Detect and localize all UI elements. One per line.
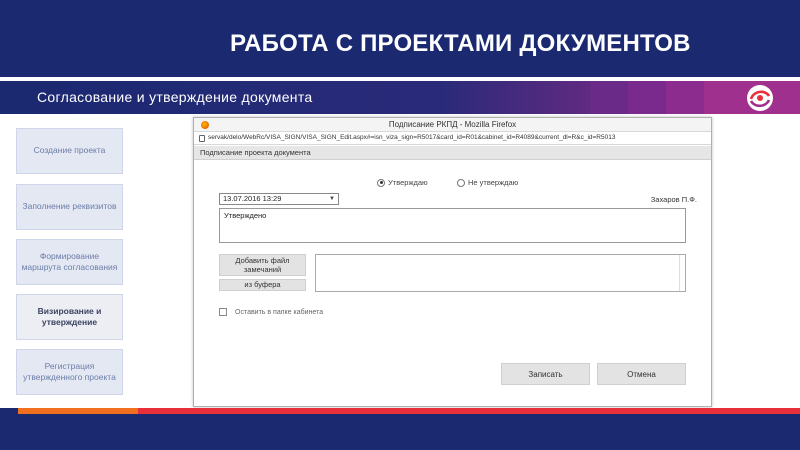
slide-title: РАБОТА С ПРОЕКТАМИ ДОКУМЕНТОВ	[230, 30, 691, 57]
radio-reject[interactable]: Не утверждаю	[457, 178, 518, 187]
keep-in-folder-checkbox[interactable]	[219, 308, 227, 316]
step-fill-details: Заполнение реквизитов	[16, 184, 123, 230]
from-clipboard-button[interactable]: из буфера	[219, 279, 306, 291]
lock-icon	[199, 135, 205, 142]
date-select[interactable]: 13.07.2016 13:29 ▼	[219, 193, 339, 205]
remarks-textarea[interactable]	[315, 254, 686, 292]
keep-in-folder-label: Оставить в папке кабинета	[235, 308, 324, 316]
radio-approve-dot[interactable]	[377, 178, 385, 187]
comment-textarea[interactable]: Утверждено	[219, 208, 686, 243]
cancel-button[interactable]: Отмена	[597, 363, 686, 385]
window-title: Подписание РКПД - Mozilla Firefox	[388, 120, 517, 129]
sub-banner-block	[666, 81, 704, 114]
step-register-project: Регистрация утвержденного проекта	[16, 349, 123, 395]
date-select-value: 13.07.2016 13:29	[223, 194, 282, 203]
logo-icon	[747, 85, 773, 111]
radio-reject-dot[interactable]	[457, 178, 465, 187]
signer-name: Захаров П.Ф.	[650, 195, 697, 204]
sub-banner-block	[628, 81, 666, 114]
url-text: servak/delo/WebRc/VISA_SIGN/VISA_SIGN_Ed…	[208, 134, 616, 141]
url-bar[interactable]: servak/delo/WebRc/VISA_SIGN/VISA_SIGN_Ed…	[194, 132, 711, 145]
dialog-header: Подписание проекта документа	[194, 146, 711, 160]
section-subtitle: Согласование и утверждение документа	[37, 89, 313, 105]
window-titlebar: Подписание РКПД - Mozilla Firefox	[194, 118, 711, 132]
chevron-down-icon[interactable]: ▼	[329, 194, 335, 204]
radio-reject-label: Не утверждаю	[468, 178, 519, 187]
browser-window: Подписание РКПД - Mozilla Firefox servak…	[193, 117, 712, 407]
step-form-route: Формирование маршрута согласования	[16, 239, 123, 285]
step-create-project: Создание проекта	[16, 128, 123, 174]
step-visa-approval: Визирование и утверждение	[16, 294, 123, 340]
save-button[interactable]: Записать	[501, 363, 590, 385]
radio-approve[interactable]: Утверждаю	[377, 178, 428, 187]
remarks-scrollbar[interactable]	[679, 255, 685, 291]
bottom-banner	[0, 414, 800, 450]
sub-banner-block	[590, 81, 628, 114]
keep-in-folder-row[interactable]: Оставить в папке кабинета	[219, 308, 323, 316]
add-remarks-file-button[interactable]: Добавить файл замечаний	[219, 254, 306, 276]
dialog-header-text: Подписание проекта документа	[200, 148, 311, 157]
radio-approve-label: Утверждаю	[388, 178, 428, 187]
